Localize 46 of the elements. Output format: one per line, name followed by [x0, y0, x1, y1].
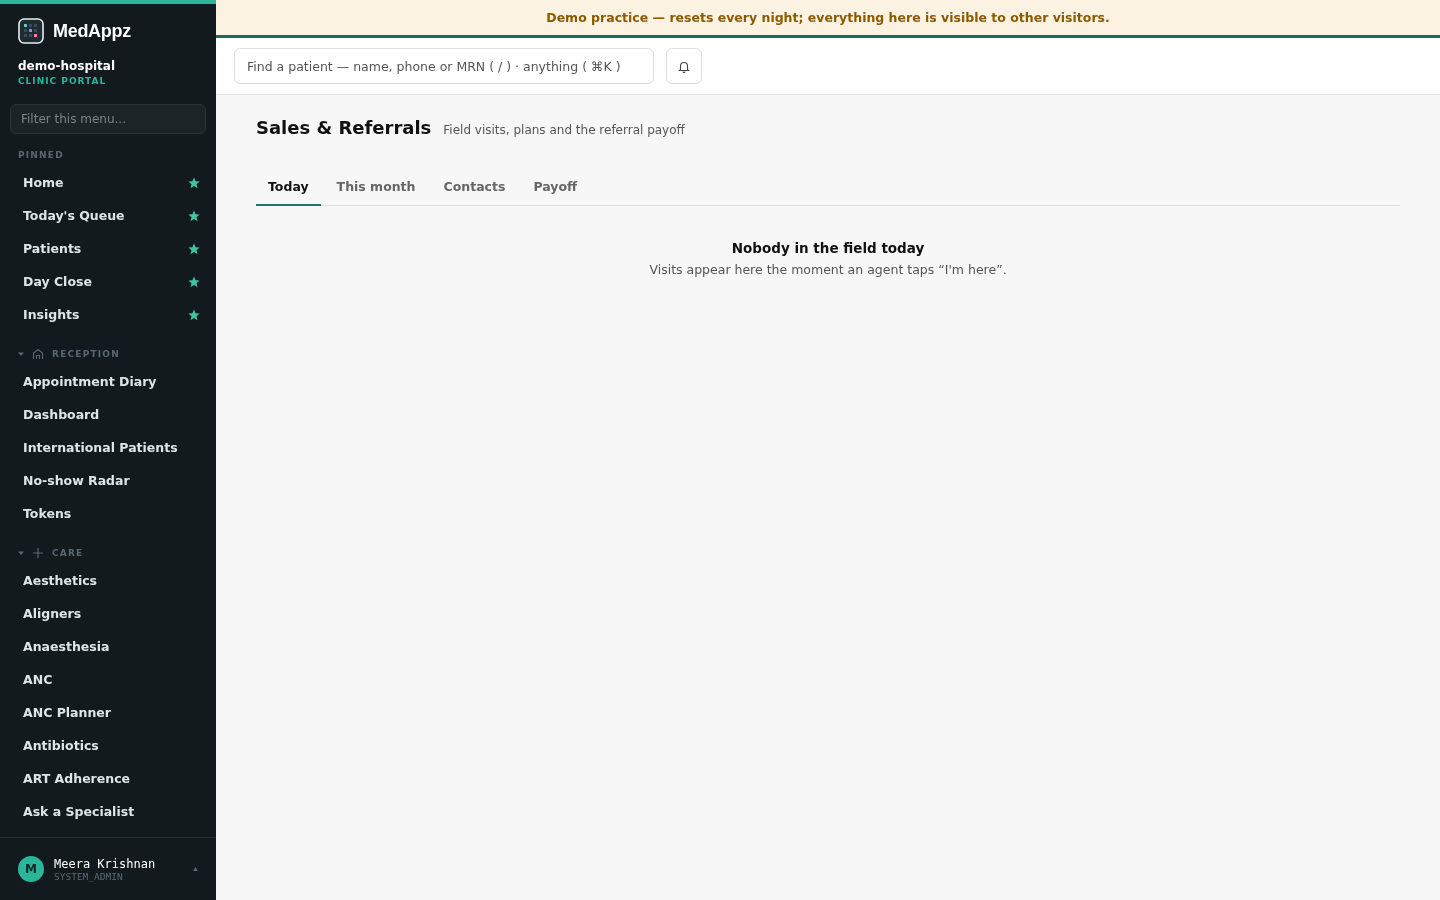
page-subtitle: Field visits, plans and the referral payoff	[443, 123, 685, 137]
tab[interactable]: This month	[324, 171, 428, 206]
sidebar-item[interactable]: Anaesthesia	[0, 630, 216, 663]
avatar: M	[18, 856, 44, 882]
sidebar-item[interactable]: No-show Radar	[0, 464, 216, 497]
tab[interactable]: Payoff	[521, 171, 590, 206]
sidebar-item[interactable]: International Patients	[0, 431, 216, 464]
empty-state-title: Nobody in the field today	[731, 240, 925, 256]
sidebar-item[interactable]: ANC Planner	[0, 696, 216, 729]
sidebar-item[interactable]: Appointment Diary	[0, 365, 216, 398]
caret-icon[interactable]	[193, 867, 198, 871]
org-name: demo-hospital	[17, 58, 117, 73]
portal-label: CLINIC PORTAL	[17, 75, 108, 86]
sidebar-item[interactable]: Antibiotics	[0, 729, 216, 762]
sidebar-item[interactable]: Today's Queue	[0, 199, 216, 232]
sidebar-item[interactable]: Day Close	[0, 265, 216, 298]
sidebar-item[interactable]: Insights	[0, 298, 216, 331]
tab[interactable]: Today	[256, 171, 321, 206]
empty-state-text: Visits appear here the moment an agent taps “I'm here”.	[649, 262, 1007, 277]
caret-icon[interactable]	[18, 550, 24, 556]
sidebar-item[interactable]: Aesthetics	[0, 564, 216, 597]
brand-name: MedAppz	[53, 20, 131, 42]
notifications-button[interactable]	[666, 48, 702, 84]
sidebar-item[interactable]: ANC	[0, 663, 216, 696]
filter-field[interactable]: Filter this menu...	[10, 104, 206, 134]
section-title: PINNED	[17, 150, 65, 162]
tab[interactable]: Contacts	[431, 171, 518, 206]
user-role: SYSTEM_ADMIN	[54, 870, 124, 882]
sidebar-item[interactable]: Aligners	[0, 597, 216, 630]
logo-icon	[18, 18, 44, 44]
search-field[interactable]: Find a patient — name, phone or MRN ( / ) · anything ( ⌘K )	[234, 48, 654, 84]
sidebar-item[interactable]: Patients	[0, 232, 216, 265]
plus-icon	[32, 547, 44, 559]
sidebar-item[interactable]: Home	[0, 166, 216, 199]
user-name: Meera Krishnan	[54, 856, 157, 871]
house-icon	[32, 348, 44, 360]
page-title: Sales & Referrals	[256, 117, 432, 138]
section-title: RECEPTION	[52, 349, 120, 359]
sidebar-item[interactable]: Ask a Specialist	[0, 795, 216, 828]
caret-icon[interactable]	[18, 351, 24, 357]
section-title: CARE	[52, 548, 84, 558]
sidebar-item[interactable]: Dashboard	[0, 398, 216, 431]
bell-icon	[678, 59, 690, 73]
sidebar-item[interactable]: ART Adherence	[0, 762, 216, 795]
demo-banner: Demo practice — resets every night; everything here is visible to other visitors.	[216, 0, 1440, 38]
sidebar-item[interactable]: Tokens	[0, 497, 216, 530]
